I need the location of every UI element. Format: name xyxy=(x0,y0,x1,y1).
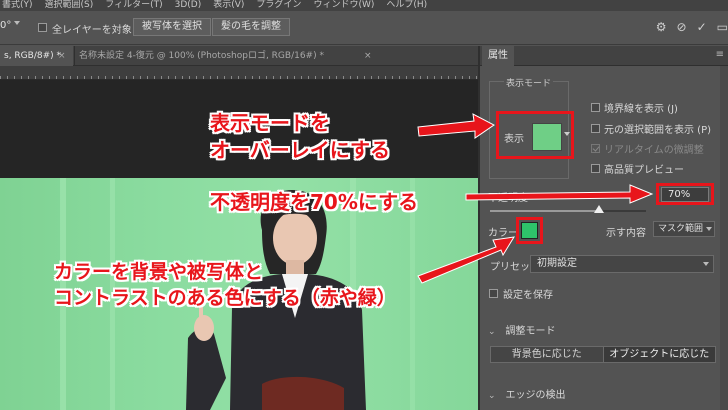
preset-select[interactable]: 初期設定 xyxy=(530,255,714,273)
show-edge-label: 境界線を表示 (J) xyxy=(604,104,678,115)
menu-item-view[interactable]: 表示(V) xyxy=(213,0,244,11)
chevron-down-icon: ⌄ xyxy=(488,391,496,401)
opacity-input[interactable]: 70% xyxy=(661,187,709,202)
annotation-line: カラーを背景や被写体と xyxy=(54,261,264,283)
annotation-line: コントラストのある色にする（赤や緑） xyxy=(54,287,396,309)
opacity-label: 不透明度 xyxy=(488,193,528,204)
menu-item-3d[interactable]: 3D(D) xyxy=(175,0,202,11)
mode-color-aware-button[interactable]: 背景色に応じた xyxy=(491,347,604,362)
show-value: マスク範囲 xyxy=(658,224,704,234)
all-layers-checkbox[interactable] xyxy=(38,23,47,32)
chevron-down-icon: ⌄ xyxy=(488,327,496,337)
show-edge-checkbox[interactable] xyxy=(591,103,600,112)
mode-object-aware-button[interactable]: オブジェクトに応じた xyxy=(603,347,715,362)
menu-item-window[interactable]: ウィンドウ(W) xyxy=(313,0,374,11)
view-label: 表示 xyxy=(504,134,524,145)
high-quality-preview-checkbox[interactable] xyxy=(591,164,600,173)
tab-label: s, RGB/8#) * xyxy=(4,51,61,61)
confirm-icon[interactable]: ✓ xyxy=(697,17,707,37)
close-icon[interactable]: × xyxy=(58,46,66,66)
color-swatch[interactable] xyxy=(521,222,538,239)
tab-label: 名称未設定 4-復元 @ 100% (Photoshopロゴ, RGB/16#)… xyxy=(79,51,324,61)
menu-item-plugins[interactable]: プラグイン xyxy=(256,0,301,11)
horizontal-ruler xyxy=(0,66,478,80)
show-original-label: 元の選択範囲を表示 (P) xyxy=(604,125,712,136)
adjust-mode-section[interactable]: ⌄ 調整モード xyxy=(488,322,556,337)
show-original-checkbox[interactable] xyxy=(591,124,600,133)
view-mode-title: 表示モード xyxy=(504,76,554,89)
edge-detect-section[interactable]: ⌄ エッジの検出 xyxy=(488,386,566,401)
menu-item-filter[interactable]: フィルター(T) xyxy=(105,0,162,11)
opacity-slider[interactable] xyxy=(490,210,646,212)
annotation-color: カラーを背景や被写体と コントラストのある色にする（赤や緑） xyxy=(54,259,396,311)
chevron-down-icon[interactable] xyxy=(706,227,712,231)
menu-item-format[interactable]: 書式(Y) xyxy=(2,0,33,11)
tab-properties[interactable]: 属性 xyxy=(482,46,514,66)
options-bar: 0° 全レイヤーを対象 被写体を選択 髪の毛を調整 ⚙ ⊘ ✓ ▭ xyxy=(0,11,728,45)
panel-menu-icon[interactable]: ≡ xyxy=(716,49,724,60)
annotation-line: オーバーレイにする xyxy=(210,138,390,162)
preset-value: 初期設定 xyxy=(537,258,577,269)
adjust-mode-label: 調整モード xyxy=(505,326,556,337)
cancel-icon[interactable]: ⊘ xyxy=(677,17,687,37)
options-icons: ⚙ ⊘ ✓ ▭ xyxy=(656,17,728,37)
opacity-slider-fill xyxy=(490,210,600,212)
panel-toggle-icon[interactable]: ▭ xyxy=(717,17,728,37)
color-label: カラー xyxy=(488,228,518,239)
chevron-down-icon[interactable] xyxy=(14,21,20,25)
view-mode-thumbnail[interactable] xyxy=(532,123,562,151)
high-quality-preview-label: 高品質プレビュー xyxy=(604,165,684,176)
chevron-down-icon[interactable] xyxy=(564,132,570,136)
select-subject-button[interactable]: 被写体を選択 xyxy=(133,18,211,36)
save-settings-checkbox[interactable] xyxy=(489,289,498,298)
window-controls xyxy=(674,0,728,11)
annotation-opacity: 不透明度を70%にする xyxy=(210,190,419,214)
annotation-line: 表示モードを xyxy=(210,111,330,135)
annotation-view-mode: 表示モードを オーバーレイにする xyxy=(210,110,390,164)
realtime-refine-checkbox xyxy=(591,144,600,153)
chevron-down-icon[interactable] xyxy=(703,262,709,266)
refine-hair-button[interactable]: 髪の毛を調整 xyxy=(212,18,290,36)
close-icon[interactable]: × xyxy=(364,46,372,66)
document-tab-bar: s, RGB/8#) * × 名称未設定 4-復元 @ 100% (Photos… xyxy=(0,46,480,66)
realtime-refine-label: リアルタイムの微調整 xyxy=(604,145,704,156)
menu-item-select[interactable]: 選択範囲(S) xyxy=(45,0,94,11)
tab-document-2[interactable]: 名称未設定 4-復元 @ 100% (Photoshopロゴ, RGB/16#)… xyxy=(74,46,370,66)
all-layers-label: 全レイヤーを対象 xyxy=(52,25,132,36)
show-label: 示す内容 xyxy=(606,228,646,239)
panel-scrollbar[interactable] xyxy=(720,66,728,410)
angle-value[interactable]: 0° xyxy=(0,20,11,31)
settings-icon[interactable]: ⚙ xyxy=(656,17,667,37)
panel-tab-bar: 属性 ≡ xyxy=(480,46,728,66)
minimize-button[interactable] xyxy=(674,0,692,11)
opacity-slider-thumb[interactable] xyxy=(594,205,605,213)
edge-detect-label: エッジの検出 xyxy=(505,390,566,401)
menu-item-help[interactable]: ヘルプ(H) xyxy=(386,0,427,11)
maximize-button[interactable] xyxy=(692,0,710,11)
save-settings-label: 設定を保存 xyxy=(503,290,553,301)
close-window-button[interactable] xyxy=(710,0,728,11)
adjust-mode-segmented: 背景色に応じた オブジェクトに応じた xyxy=(490,346,716,363)
menu-bar: 書式(Y) 選択範囲(S) フィルター(T) 3D(D) 表示(V) プラグイン… xyxy=(0,0,728,11)
